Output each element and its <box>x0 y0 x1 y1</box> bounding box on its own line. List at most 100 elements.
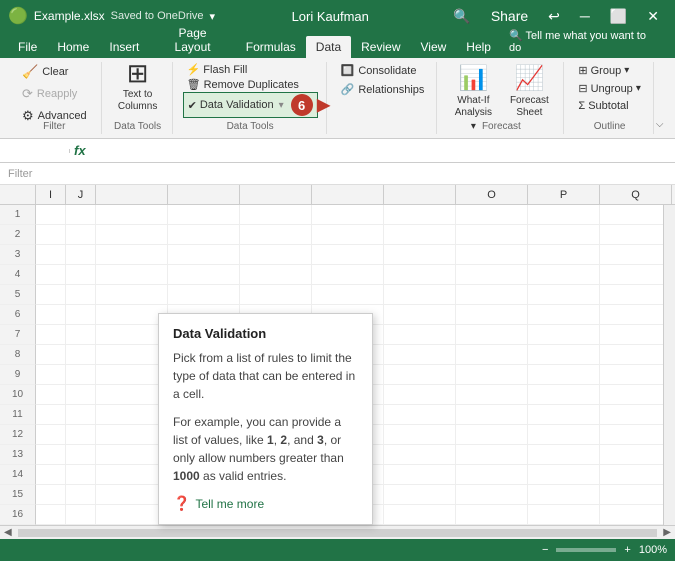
tab-review[interactable]: Review <box>351 36 410 58</box>
tab-data[interactable]: Data <box>306 36 351 58</box>
save-status: Saved to OneDrive <box>111 10 204 22</box>
row-15: 15 <box>0 485 36 505</box>
table-row <box>36 265 675 285</box>
row-6: 6 <box>0 305 36 325</box>
formula-input[interactable] <box>90 149 675 153</box>
zoom-slider[interactable] <box>556 548 616 552</box>
relationships-button[interactable]: 🔗 Relationships <box>337 81 429 98</box>
reapply-icon: ⟳ <box>22 86 33 102</box>
forecast-sheet-button[interactable]: 📈 ForecastSheet <box>503 62 555 121</box>
search-people-button[interactable]: 🔍 <box>445 6 478 27</box>
row-headers: 1 2 3 4 5 6 7 8 9 10 11 12 13 14 15 16 <box>0 205 36 525</box>
row-1: 1 <box>0 205 36 225</box>
row-11: 11 <box>0 405 36 425</box>
tooltip-popup: Data Validation Pick from a list of rule… <box>158 313 373 525</box>
fx-icon: fx <box>74 143 86 158</box>
zoom-in-button[interactable]: + <box>624 544 630 556</box>
tooltip-title: Data Validation <box>173 326 358 341</box>
user-name: Lori Kaufman <box>292 9 369 24</box>
group-button[interactable]: ⊞ Group ▾ <box>574 62 644 79</box>
row-7: 7 <box>0 325 36 345</box>
share-button[interactable]: Share <box>483 6 536 26</box>
clear-button[interactable]: 🧹 Clear <box>16 62 74 82</box>
row-16: 16 <box>0 505 36 525</box>
outline-group: ⊞ Group ▾ ⊟ Ungroup ▾ Σ Subtotal Outline <box>566 62 653 134</box>
data-validation-button[interactable]: ✔ Data Validation ▾ 6 ▶ <box>183 92 318 118</box>
ribbon-content: 🧹 Clear ⟳ Reapply ⚙ Advanced Filter ⊞ T <box>0 58 675 138</box>
text-to-columns-button[interactable]: ⊞ Text toColumns <box>112 55 164 117</box>
text-columns-icon: ⊞ <box>127 60 149 86</box>
status-bar: − + 100% <box>0 539 675 561</box>
remove-duplicates-icon: 🗑 <box>187 78 201 91</box>
zoom-out-button[interactable]: − <box>542 544 548 556</box>
tab-file[interactable]: File <box>8 36 47 58</box>
restore-button[interactable]: ⬜ <box>602 6 635 27</box>
col-blank5 <box>384 185 456 204</box>
undo-button[interactable]: ↩ <box>540 6 568 27</box>
scroll-left[interactable]: ◀ <box>0 527 16 538</box>
ribbon-tabs: File Home Insert Page Layout Formulas Da… <box>0 32 675 58</box>
row-12: 12 <box>0 425 36 445</box>
remove-duplicates-button[interactable]: 🗑 Remove Duplicates <box>183 77 318 92</box>
status-right: − + 100% <box>542 544 667 556</box>
badge-6: 6 <box>291 94 313 116</box>
data-tools-label: Data Tools <box>227 121 274 132</box>
ungroup-button[interactable]: ⊟ Ungroup ▾ <box>574 80 644 97</box>
col-q: Q <box>600 185 672 204</box>
tell-me-bar[interactable]: 🔍 Tell me what you want to do <box>501 25 667 58</box>
formula-icons: fx <box>70 143 90 158</box>
forecast-icon: 📈 <box>514 64 544 93</box>
tooltip-para1: Pick from a list of rules to limit the t… <box>173 349 358 403</box>
row-3: 3 <box>0 245 36 265</box>
filter-row: Filter <box>0 163 675 185</box>
consolidate-icon: 🔲 <box>341 64 355 77</box>
title-bar-right: 🔍 Share ↩ ─ ⬜ ✕ <box>445 6 667 27</box>
row-13: 13 <box>0 445 36 465</box>
table-row <box>36 285 675 305</box>
col-headers: I J O P Q R <box>0 185 675 205</box>
reapply-button[interactable]: ⟳ Reapply <box>16 84 83 104</box>
data-tools-group: ⚡ Flash Fill 🗑 Remove Duplicates ✔ Data … <box>175 62 327 134</box>
help-icon: ❓ <box>173 495 190 512</box>
tab-home[interactable]: Home <box>47 36 99 58</box>
row-14: 14 <box>0 465 36 485</box>
forecast-label: Forecast <box>482 121 521 132</box>
row-5: 5 <box>0 285 36 305</box>
minimize-button[interactable]: ─ <box>572 6 598 26</box>
corner-spacer <box>0 185 36 204</box>
col-i: I <box>36 185 66 204</box>
col-blank1 <box>96 185 168 204</box>
tab-formulas[interactable]: Formulas <box>236 36 306 58</box>
text-to-columns-group: ⊞ Text toColumns Data Tools <box>104 62 173 134</box>
col-o: O <box>456 185 528 204</box>
name-box[interactable] <box>0 149 70 153</box>
subtotal-button[interactable]: Σ Subtotal <box>574 98 644 114</box>
tell-me-more-link[interactable]: ❓ Tell me more <box>173 495 358 512</box>
ungroup-icon: ⊟ <box>578 82 587 95</box>
scroll-right[interactable]: ▶ <box>659 527 675 538</box>
group-icon: ⊞ <box>578 64 587 77</box>
row-4: 4 <box>0 265 36 285</box>
horizontal-scrollbar[interactable]: ◀ ▶ <box>0 525 675 539</box>
what-if-dropdown: ▾ <box>471 121 476 132</box>
h-scroll-track[interactable] <box>18 529 658 537</box>
spreadsheet-area: I J O P Q R 1 2 3 4 5 6 7 8 9 10 11 12 1… <box>0 185 675 539</box>
flash-fill-button[interactable]: ⚡ Flash Fill <box>183 62 318 77</box>
filter-group-label: Filter <box>43 121 65 132</box>
close-button[interactable]: ✕ <box>639 6 667 27</box>
consolidate-button[interactable]: 🔲 Consolidate <box>337 62 429 79</box>
consolidate-group: 🔲 Consolidate 🔗 Relationships <box>329 62 438 134</box>
sort-filter-group: 🧹 Clear ⟳ Reapply ⚙ Advanced Filter <box>8 62 102 134</box>
table-row <box>36 245 675 265</box>
flash-fill-icon: ⚡ <box>187 63 201 76</box>
col-p: P <box>528 185 600 204</box>
tab-view[interactable]: View <box>411 36 457 58</box>
subtotal-icon: Σ <box>578 100 585 112</box>
undo-dropdown[interactable]: ▾ <box>210 10 216 23</box>
outline-label: Outline <box>594 121 626 132</box>
vertical-scrollbar[interactable] <box>663 205 675 525</box>
tab-help[interactable]: Help <box>456 36 501 58</box>
data-tools-group-label: Data Tools <box>114 121 161 132</box>
formula-bar: fx <box>0 139 675 163</box>
tab-page-layout[interactable]: Page Layout <box>149 22 235 58</box>
